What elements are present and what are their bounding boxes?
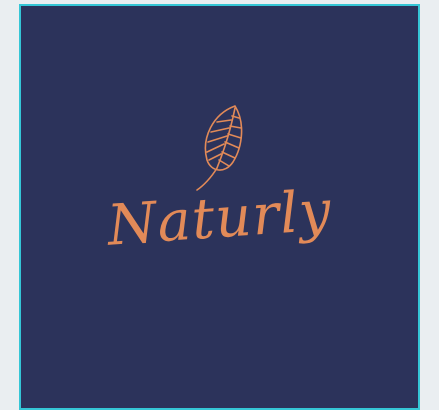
leaf-icon — [195, 102, 249, 192]
logo-canvas: Naturly — [19, 4, 420, 410]
brand-name: Naturly — [105, 178, 334, 259]
